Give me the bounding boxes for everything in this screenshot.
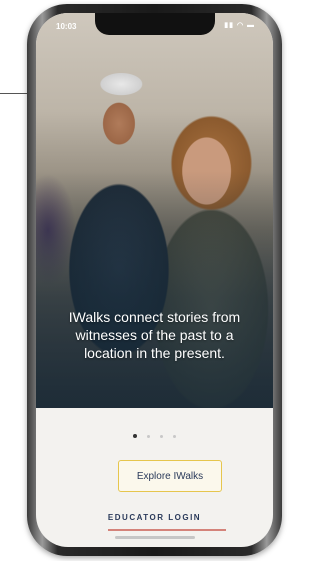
phone-notch xyxy=(94,13,215,35)
pagination-dots xyxy=(36,434,273,438)
educator-login-link[interactable]: EDUCATOR LOGIN xyxy=(36,513,273,522)
educator-login-underline xyxy=(108,529,226,531)
pagination-dot[interactable] xyxy=(173,435,176,438)
pagination-dot[interactable] xyxy=(160,435,163,438)
status-icons: ▮▮ ◠ ▬ xyxy=(224,22,255,29)
phone-screen: 10:03 ▮▮ ◠ ▬ IWalks connect stories from… xyxy=(36,13,273,547)
explore-iwalks-button[interactable]: Explore IWalks xyxy=(118,460,222,492)
status-time: 10:03 xyxy=(56,22,77,31)
pagination-dot[interactable] xyxy=(147,435,150,438)
phone-frame: 10:03 ▮▮ ◠ ▬ IWalks connect stories from… xyxy=(27,4,282,556)
hero-caption: IWalks connect stories from witnesses of… xyxy=(68,309,241,361)
home-indicator xyxy=(114,536,195,539)
pagination-dot[interactable] xyxy=(133,434,137,438)
